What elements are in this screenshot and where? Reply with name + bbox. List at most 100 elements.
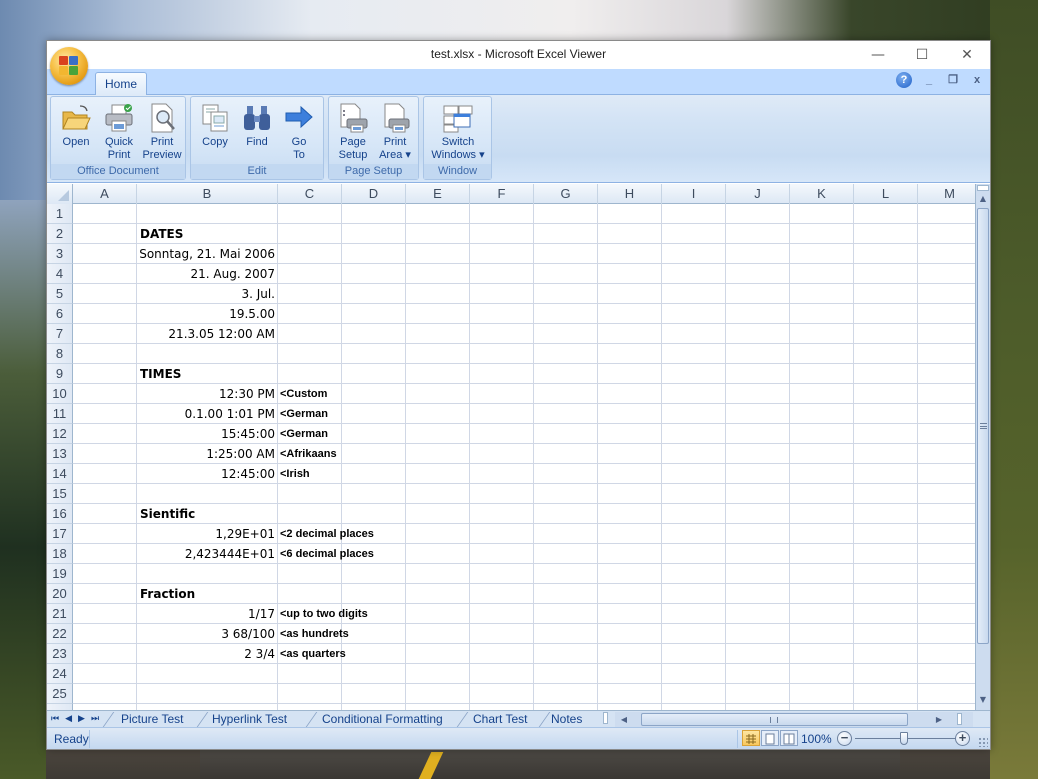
workbook-close-button[interactable]: x: [970, 73, 984, 87]
scroll-up-arrow-icon[interactable]: ▲: [976, 193, 990, 205]
page-layout-view-button[interactable]: [761, 730, 779, 746]
last-sheet-icon[interactable]: ⏭: [91, 712, 99, 727]
tab-home[interactable]: Home: [95, 72, 147, 96]
cell-b13[interactable]: 1:25:00 AM: [137, 444, 275, 464]
workbook-minimize-button[interactable]: _: [922, 73, 936, 87]
column-header-i[interactable]: I: [662, 184, 726, 204]
office-button[interactable]: [50, 47, 88, 85]
column-header-g[interactable]: G: [534, 184, 598, 204]
close-button[interactable]: ✕: [944, 41, 990, 69]
cell-b20[interactable]: Fraction: [140, 584, 195, 604]
cell-b7[interactable]: 21.3.05 12:00 AM: [137, 324, 275, 344]
row-header-14[interactable]: 14: [47, 464, 73, 484]
column-header-j[interactable]: J: [726, 184, 790, 204]
go-to-button[interactable]: Go To: [278, 100, 320, 162]
select-all-button[interactable]: [47, 184, 73, 204]
cell-b6[interactable]: 19.5.00: [137, 304, 275, 324]
column-header-d[interactable]: D: [342, 184, 406, 204]
column-header-b[interactable]: B: [137, 184, 278, 204]
cell-b2[interactable]: DATES: [140, 224, 183, 244]
vertical-split-box[interactable]: [977, 185, 989, 191]
scroll-left-arrow-icon[interactable]: ◀: [618, 712, 630, 727]
cell-b23[interactable]: 2 3/4: [137, 644, 275, 664]
column-header-k[interactable]: K: [790, 184, 854, 204]
row-header-4[interactable]: 4: [47, 264, 73, 284]
cell-c12[interactable]: <German: [280, 424, 328, 444]
maximize-button[interactable]: ☐: [899, 41, 945, 69]
sheet-tab-chart-test[interactable]: Chart Test: [469, 711, 531, 727]
sheet-tab-notes[interactable]: Notes: [547, 711, 586, 727]
zoom-out-button[interactable]: −: [837, 731, 852, 746]
row-header-16[interactable]: 16: [47, 504, 73, 524]
cell-c23[interactable]: <as quarters: [280, 644, 346, 664]
row-header-17[interactable]: 17: [47, 524, 73, 544]
sheet-tab-conditional-formatting[interactable]: Conditional Formatting: [318, 711, 447, 727]
row-header-7[interactable]: 7: [47, 324, 73, 344]
page-break-view-button[interactable]: [780, 730, 798, 746]
horizontal-scrollbar[interactable]: ◀ ▶: [615, 712, 973, 727]
sheet-tab-picture-test[interactable]: Picture Test: [117, 711, 187, 727]
row-header-21[interactable]: 21: [47, 604, 73, 624]
next-sheet-icon[interactable]: ▶: [78, 712, 85, 727]
column-header-e[interactable]: E: [406, 184, 470, 204]
cell-b17[interactable]: 1,29E+01: [137, 524, 275, 544]
switch-windows-button[interactable]: Switch Windows ▾: [428, 100, 488, 162]
row-header-23[interactable]: 23: [47, 644, 73, 664]
row-header-9[interactable]: 9: [47, 364, 73, 384]
column-header-l[interactable]: L: [854, 184, 918, 204]
column-header-h[interactable]: H: [598, 184, 662, 204]
row-header-8[interactable]: 8: [47, 344, 73, 364]
cell-c10[interactable]: <Custom: [280, 384, 327, 404]
row-header-18[interactable]: 18: [47, 544, 73, 564]
cell-b4[interactable]: 21. Aug. 2007: [137, 264, 276, 284]
cell-b5[interactable]: 3. Jul.: [137, 284, 275, 304]
spreadsheet-grid[interactable]: ABCDEFGHIJKLM 1 2 3 4 5 6 7 8 9 10 11 12 13 14 15 16 17 1…: [47, 184, 975, 710]
column-header-c[interactable]: C: [278, 184, 342, 204]
cell-c13[interactable]: <Afrikaans: [280, 444, 337, 464]
print-preview-button[interactable]: Print Preview: [141, 100, 183, 162]
zoom-level[interactable]: 100%: [801, 732, 832, 746]
row-header-10[interactable]: 10: [47, 384, 73, 404]
cell-c18[interactable]: <6 decimal places: [280, 544, 374, 564]
cell-c22[interactable]: <as hundrets: [280, 624, 349, 644]
zoom-in-button[interactable]: +: [955, 731, 970, 746]
zoom-slider-thumb[interactable]: [900, 732, 908, 745]
tab-split-box[interactable]: [603, 712, 608, 724]
cell-b11[interactable]: 0.1.00 1:01 PM: [137, 404, 275, 424]
workbook-restore-button[interactable]: ❐: [946, 73, 960, 87]
page-setup-button[interactable]: Page Setup: [332, 100, 374, 162]
row-header-3[interactable]: 3: [47, 244, 73, 264]
row-header-6[interactable]: 6: [47, 304, 73, 324]
open-button[interactable]: Open: [55, 100, 97, 162]
find-button[interactable]: Find: [236, 100, 278, 162]
vertical-scrollbar[interactable]: ▲ ▼: [975, 184, 990, 710]
row-header-20[interactable]: 20: [47, 584, 73, 604]
scroll-right-arrow-icon[interactable]: ▶: [933, 712, 945, 727]
print-area-button[interactable]: Print Area ▾: [374, 100, 416, 162]
cell-b3[interactable]: Sonntag, 21. Mai 2006: [137, 244, 275, 264]
cell-b12[interactable]: 15:45:00: [137, 424, 275, 444]
horizontal-split-box[interactable]: [957, 713, 962, 725]
cell-c11[interactable]: <German: [280, 404, 328, 424]
quick-print-button[interactable]: Quick Print: [98, 100, 140, 162]
scroll-down-arrow-icon[interactable]: ▼: [976, 694, 990, 706]
row-header-1[interactable]: 1: [47, 204, 73, 224]
cell-b16[interactable]: Sientific: [140, 504, 195, 524]
column-header-a[interactable]: A: [73, 184, 137, 204]
cell-b21[interactable]: 1/17: [137, 604, 275, 624]
row-header-15[interactable]: 15: [47, 484, 73, 504]
help-icon[interactable]: ?: [896, 72, 912, 88]
row-header-12[interactable]: 12: [47, 424, 73, 444]
cell-c14[interactable]: <Irish: [280, 464, 310, 484]
vertical-scroll-thumb[interactable]: [977, 208, 989, 644]
cell-b9[interactable]: TIMES: [140, 364, 181, 384]
cell-c17[interactable]: <2 decimal places: [280, 524, 374, 544]
row-header-24[interactable]: 24: [47, 664, 73, 684]
row-header-25[interactable]: 25: [47, 684, 73, 704]
copy-button[interactable]: Copy: [194, 100, 236, 162]
column-header-f[interactable]: F: [470, 184, 534, 204]
row-header-5[interactable]: 5: [47, 284, 73, 304]
horizontal-scroll-thumb[interactable]: [641, 713, 908, 726]
row-header-11[interactable]: 11: [47, 404, 73, 424]
sheet-tab-hyperlink-test[interactable]: Hyperlink Test: [208, 711, 291, 727]
